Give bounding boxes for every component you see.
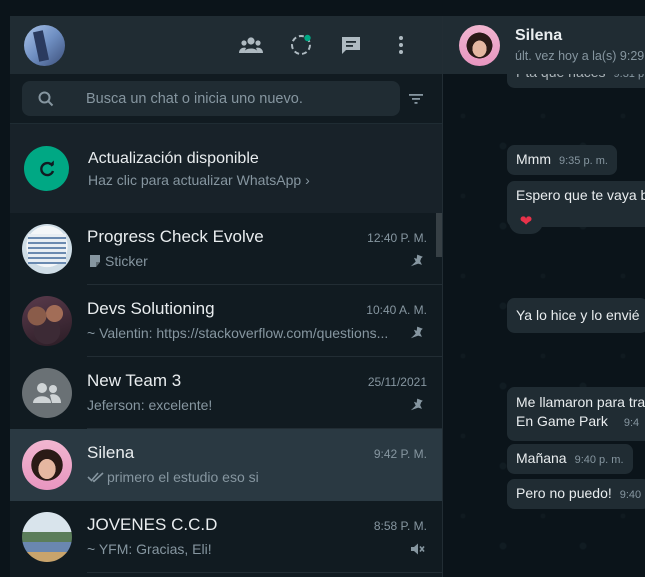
refresh-icon [24,146,69,191]
new-chat-icon[interactable] [326,25,376,65]
message-text: En Game Park [516,413,608,429]
chat-time: 12:40 P. M. [367,231,427,245]
sticker-icon [87,253,103,269]
chat-last-message: Jeferson: excelente! [87,397,213,413]
update-banner[interactable]: Actualización disponible Haz clic para a… [10,124,442,213]
message-text: Ya lo hice y lo envié [516,307,640,323]
conversation-panel: Pta que haces9:31 p. m. Silena últ. vez … [443,16,645,577]
chat-item-new-team-3[interactable]: New Team 3 25/11/2021 Jeferson: excelent… [10,357,442,429]
chat-list-scrollbar[interactable] [436,213,442,257]
chat-avatar [22,512,72,562]
my-avatar[interactable] [24,24,65,66]
message-bubble[interactable]: Mmm 9:35 p. m. [507,145,617,175]
chat-time: 8:58 P. M. [373,519,427,533]
message-text: Pero no puedo! [516,485,612,501]
message-bubble[interactable]: Mañana 9:40 p. m. [507,444,633,474]
update-subtitle: Haz clic para actualizar WhatsApp › [88,171,310,188]
chat-time: 10:40 A. M. [366,303,427,317]
chat-avatar [22,296,72,346]
chat-list-panel: Actualización disponible Haz clic para a… [10,16,443,577]
double-check-icon [87,469,105,485]
filter-icon[interactable] [404,87,428,111]
chat-last-message: ~ YFM: Gracias, Eli! [87,541,212,557]
search-icon [38,91,54,106]
chat-avatar [22,440,72,490]
message-time: 9:4 [623,417,640,429]
search-box [22,81,400,116]
update-title: Actualización disponible [88,149,259,167]
chat-name: Silena [87,443,135,462]
chat-last-message: primero el estudio eso si [107,469,259,485]
communities-icon[interactable] [226,25,276,65]
conversation-header[interactable]: Silena últ. vez hoy a la(s) 9:29 [443,16,645,74]
message-text: Me llamaron para tra [516,394,645,410]
pin-icon [409,253,425,269]
pin-icon [409,325,425,341]
message-bubble[interactable]: Me llamaron para tra En Game Park 9:4 [507,387,645,441]
sidebar-header [10,16,442,74]
message-bubble[interactable]: Pero no puedo! 9:40 [507,479,645,509]
contact-avatar[interactable] [459,24,500,66]
chat-item-silena[interactable]: Silena 9:42 P. M. primero el estudio eso… [10,429,442,501]
menu-icon[interactable] [376,25,426,65]
chat-time: 25/11/2021 [367,375,427,389]
chat-name: JOVENES C.C.D [87,515,218,534]
search-row [10,74,442,124]
message-bubble[interactable]: Ya lo hice y lo envié [507,298,645,333]
whatsapp-app: Actualización disponible Haz clic para a… [10,16,645,577]
message-time: 9:40 [619,489,642,501]
contact-status: últ. vez hoy a la(s) 9:29 [515,49,645,63]
chat-name: New Team 3 [87,371,182,390]
pin-icon [409,397,425,413]
contact-name: Silena [515,27,563,44]
chat-item-progress-check-evolve[interactable]: Progress Check Evolve 12:40 P. M. Sticke… [10,213,442,285]
chat-name: Progress Check Evolve [87,227,264,246]
message-text: Mañana [516,450,567,466]
message-text: Espero que te vaya b [516,187,645,203]
chat-item-jovenes-ccd[interactable]: JOVENES C.C.D 8:58 P. M. ~ YFM: Gracias,… [10,501,442,573]
search-input[interactable] [86,90,366,107]
status-icon[interactable] [276,25,326,65]
chat-last-message: ~ Valentin: https://stackoverflow.com/qu… [87,325,387,341]
group-avatar-icon [22,368,72,418]
chat-avatar [22,224,72,274]
chat-item-devs-solutioning[interactable]: Devs Solutioning 10:40 A. M. ~ Valentin:… [10,285,442,357]
chat-time: 9:42 P. M. [373,447,427,461]
message-time: 9:35 p. m. [559,155,608,167]
heart-reaction-icon[interactable]: ❤ [509,208,543,234]
message-text: Mmm [516,151,551,167]
chat-name: Devs Solutioning [87,299,215,318]
chat-last-message: Sticker [105,253,148,269]
muted-icon [409,541,425,557]
message-time: 9:40 p. m. [574,454,624,466]
